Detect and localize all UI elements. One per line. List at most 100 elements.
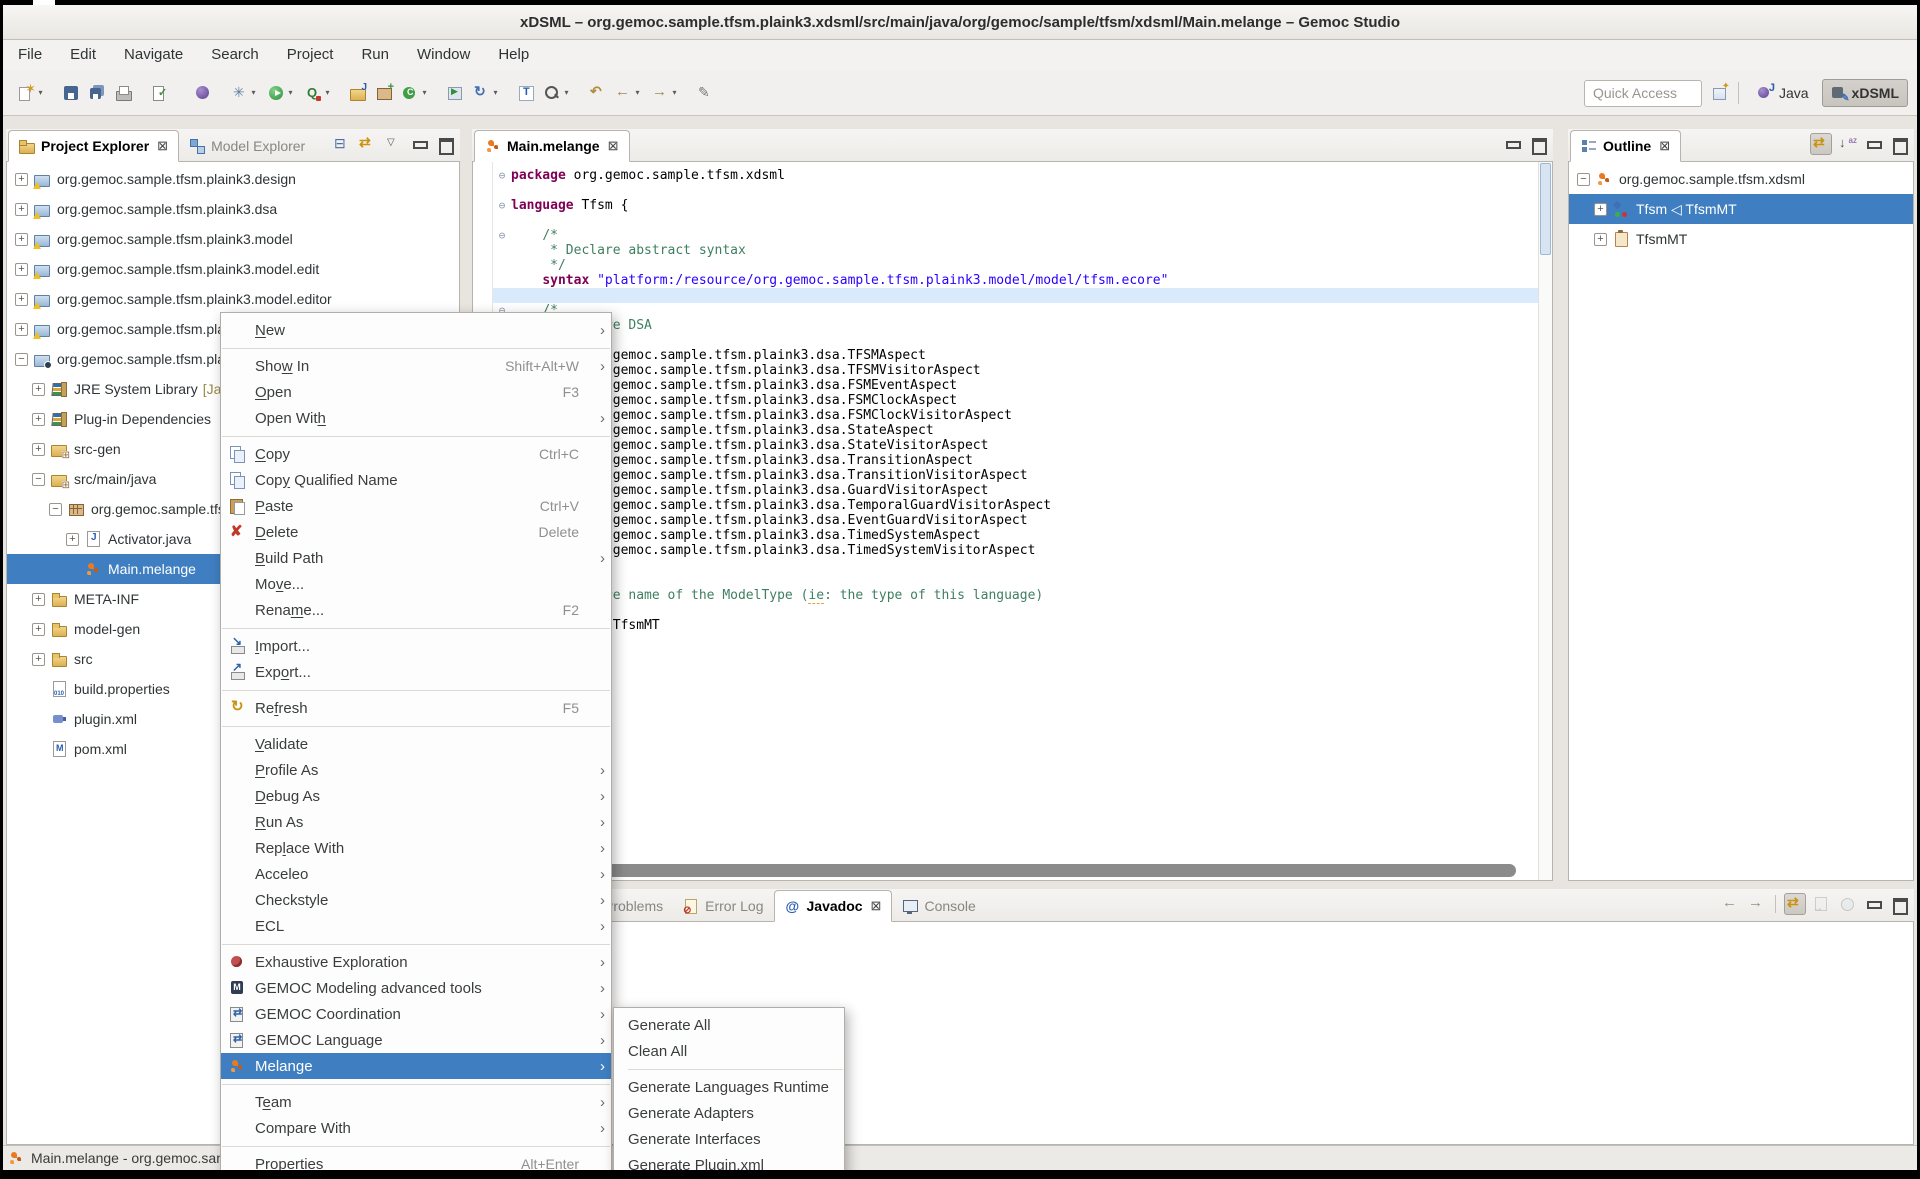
context-menu-item-gemoc-modeling-advanced-tools[interactable]: GEMOC Modeling advanced tools › <box>221 975 611 1001</box>
tree-item[interactable]: + org.gemoc.sample.tfsm.plaink3.model <box>7 224 459 254</box>
expander-icon[interactable]: + <box>32 443 45 456</box>
outline-item[interactable]: + TfsmMT <box>1569 224 1913 254</box>
context-menu-item-refresh[interactable]: Refresh F5 › <box>221 695 611 721</box>
submenu-item-clean-all[interactable]: Clean All › <box>614 1038 844 1064</box>
debug-button[interactable]: ▾ <box>229 78 260 108</box>
expander-icon[interactable]: + <box>1594 233 1607 246</box>
collapse-all-button[interactable] <box>330 133 352 155</box>
mark-occurrences-button[interactable]: ▾ <box>695 78 715 108</box>
forward-button[interactable]: ▾ <box>650 78 681 108</box>
maximize-button[interactable] <box>1888 133 1910 155</box>
java-application-button[interactable]: ▾ <box>193 78 213 108</box>
maximize-button[interactable] <box>434 133 456 155</box>
tab-javadoc[interactable]: Javadoc ⊠ <box>774 890 893 922</box>
context-menu-item-open-with[interactable]: Open With › <box>221 405 611 431</box>
fold-marker-icon[interactable]: ⊖ <box>493 228 511 243</box>
last-edit-location-button[interactable]: ▾ <box>587 78 607 108</box>
tab-model-explorer[interactable]: Model Explorer ⊠ <box>179 130 315 162</box>
print-button[interactable]: ▾ <box>113 78 133 108</box>
chevron-down-icon[interactable]: ▾ <box>420 88 429 97</box>
submenu-item-generate-adapters[interactable]: Generate Adapters › <box>614 1100 844 1126</box>
perspective-java[interactable]: Java <box>1749 79 1818 107</box>
outline-tree[interactable]: − org.gemoc.sample.tfsm.xdsml + Tfsm ◁ T… <box>1569 162 1913 254</box>
expander-icon[interactable]: + <box>1594 203 1607 216</box>
chevron-down-icon[interactable]: ▾ <box>633 88 642 97</box>
back-nav-button[interactable] <box>1719 893 1741 915</box>
fold-marker-icon[interactable]: ⊖ <box>493 198 511 213</box>
context-menu-item-import[interactable]: Import... › <box>221 633 611 659</box>
minimize-button[interactable] <box>1862 133 1884 155</box>
context-menu-item-gemoc-language[interactable]: GEMOC Language › <box>221 1027 611 1053</box>
expander-icon[interactable]: + <box>32 383 45 396</box>
chevron-down-icon[interactable]: ▾ <box>670 88 679 97</box>
open-perspective-icon[interactable] <box>1712 85 1728 101</box>
context-menu-item-open[interactable]: Open F3 › <box>221 379 611 405</box>
expander-icon[interactable]: − <box>1577 173 1590 186</box>
open-external-browser-button[interactable] <box>1836 893 1858 915</box>
submenu-item-generate-languages-runtime[interactable]: Generate Languages Runtime › <box>614 1074 844 1100</box>
menubar-item-run[interactable]: Run <box>347 40 403 70</box>
sort-button[interactable] <box>1836 133 1858 155</box>
submenu-item-generate-all[interactable]: Generate All › <box>614 1012 844 1038</box>
expander-icon[interactable]: + <box>32 653 45 666</box>
code-editor[interactable]: ⊖package org.gemoc.sample.tfsm.xdsml⊖lan… <box>472 162 1553 881</box>
context-menu-item-move[interactable]: Move... › <box>221 571 611 597</box>
context-menu-item[interactable]: › <box>221 1141 611 1151</box>
save-all-button[interactable]: ▾ <box>87 78 107 108</box>
expander-icon[interactable]: + <box>15 293 28 306</box>
context-menu-item-melange[interactable]: Melange › <box>221 1053 611 1079</box>
panel-button[interactable] <box>1775 895 1776 913</box>
menubar-item-window[interactable]: Window <box>403 40 484 70</box>
chevron-down-icon[interactable]: ▾ <box>36 88 45 97</box>
view-menu-button[interactable] <box>382 133 404 155</box>
external-tools-button[interactable]: ▾ <box>445 78 465 108</box>
tab-project-explorer[interactable]: Project Explorer ⊠ <box>8 130 179 162</box>
context-menu-item-gemoc-coordination[interactable]: GEMOC Coordination › <box>221 1001 611 1027</box>
expander-icon[interactable]: + <box>32 623 45 636</box>
new-package-button[interactable]: ▾ <box>374 78 394 108</box>
run-button[interactable]: ▾ <box>266 78 297 108</box>
context-menu-item-profile-as[interactable]: Profile As › <box>221 757 611 783</box>
context-menu-item-rename[interactable]: Rename... F2 › <box>221 597 611 623</box>
submenu-item-generate-interfaces[interactable]: Generate Interfaces › <box>614 1126 844 1152</box>
context-menu-item-ecl[interactable]: ECL › <box>221 913 611 939</box>
forward-nav-button[interactable] <box>1745 893 1767 915</box>
context-menu-item-build-path[interactable]: Build Path › <box>221 545 611 571</box>
context-menu-item-debug-as[interactable]: Debug As › <box>221 783 611 809</box>
outline-item[interactable]: + Tfsm ◁ TfsmMT <box>1569 194 1913 224</box>
expander-icon[interactable]: + <box>15 233 28 246</box>
tree-item[interactable]: + org.gemoc.sample.tfsm.plaink3.model.ed… <box>7 254 459 284</box>
context-menu-item[interactable]: › <box>221 939 611 949</box>
perspective-xdsml[interactable]: xDSML <box>1822 79 1908 107</box>
chevron-down-icon[interactable]: ▾ <box>491 88 500 97</box>
context-menu-item-delete[interactable]: Delete Delete › <box>221 519 611 545</box>
tree-item[interactable]: + org.gemoc.sample.tfsm.plaink3.design <box>7 164 459 194</box>
back-button[interactable]: ▾ <box>613 78 644 108</box>
horizontal-scrollbar-thumb[interactable] <box>485 864 1516 877</box>
context-menu-item-exhaustive-exploration[interactable]: Exhaustive Exploration › <box>221 949 611 975</box>
context-menu-item[interactable]: › <box>221 721 611 731</box>
context-menu-item-acceleo[interactable]: Acceleo › <box>221 861 611 887</box>
vertical-scrollbar[interactable] <box>1538 162 1552 880</box>
code-area[interactable]: ⊖package org.gemoc.sample.tfsm.xdsml⊖lan… <box>493 168 1538 880</box>
expander-icon[interactable]: − <box>15 353 28 366</box>
open-type-button[interactable]: ▾ <box>516 78 536 108</box>
context-menu-item[interactable]: › <box>221 1079 611 1089</box>
tab-console[interactable]: Console ⊠ <box>892 890 985 922</box>
expander-icon[interactable]: + <box>15 173 28 186</box>
save-button[interactable]: ▾ <box>61 78 81 108</box>
expander-icon[interactable]: + <box>15 263 28 276</box>
menubar-item-project[interactable]: Project <box>273 40 348 70</box>
context-menu-item-validate[interactable]: Validate › <box>221 731 611 757</box>
link-with-editor-button[interactable] <box>1810 133 1832 155</box>
expander-icon[interactable]: + <box>32 413 45 426</box>
context-menu-item-compare-with[interactable]: Compare With › <box>221 1115 611 1141</box>
close-icon[interactable]: ⊠ <box>608 138 619 154</box>
context-menu-item-show-in[interactable]: Show In Shift+Alt+W › <box>221 353 611 379</box>
coverage-button[interactable]: ▾ <box>303 78 334 108</box>
menubar-item-search[interactable]: Search <box>197 40 273 70</box>
expander-icon[interactable]: + <box>15 323 28 336</box>
menubar-item-navigate[interactable]: Navigate <box>110 40 197 70</box>
vertical-scrollbar-thumb[interactable] <box>1540 163 1551 255</box>
context-menu-item[interactable]: › <box>221 343 611 353</box>
